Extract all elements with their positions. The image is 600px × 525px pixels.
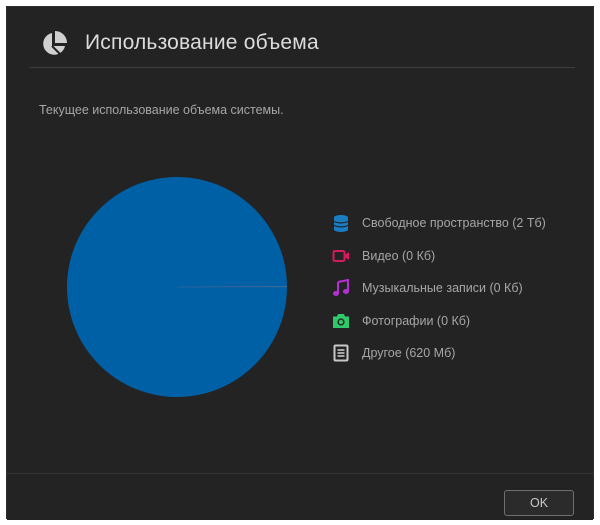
ok-button[interactable]: OK: [504, 490, 574, 516]
legend-item-video: Видео (0 Кб): [332, 240, 592, 273]
legend-label: Другое (620 Мб): [362, 346, 456, 361]
legend-item-other: Другое (620 Мб): [332, 337, 592, 370]
pie-chart-icon: [39, 29, 69, 59]
legend-item-free-space: Свободное пространство (2 Тб): [332, 207, 592, 240]
legend-label: Музыкальные записи (0 Кб): [362, 281, 523, 296]
dialog-header: Использование объема: [7, 7, 593, 67]
dialog-title: Использование объема: [85, 31, 319, 54]
legend-item-photos: Фотографии (0 Кб): [332, 305, 592, 338]
database-icon: [332, 214, 350, 233]
dialog-footer: OK: [7, 473, 593, 520]
storage-usage-dialog: Использование объема Текущее использован…: [6, 6, 594, 520]
chart-legend: Свободное пространство (2 Тб) Видео (0 К…: [332, 207, 592, 370]
header-divider: [29, 67, 575, 68]
camera-icon: [332, 312, 350, 330]
document-icon: [332, 344, 350, 362]
usage-pie-chart: [66, 177, 288, 398]
pie-chart-svg: [66, 177, 288, 398]
legend-label: Видео (0 Кб): [362, 248, 436, 263]
usage-description: Текущее использование объема системы.: [39, 103, 284, 117]
music-note-icon: [332, 279, 350, 297]
video-camera-icon: [332, 247, 350, 265]
legend-label: Фотографии (0 Кб): [362, 313, 471, 328]
legend-item-music: Музыкальные записи (0 Кб): [332, 272, 592, 305]
legend-label: Свободное пространство (2 Тб): [362, 216, 546, 231]
